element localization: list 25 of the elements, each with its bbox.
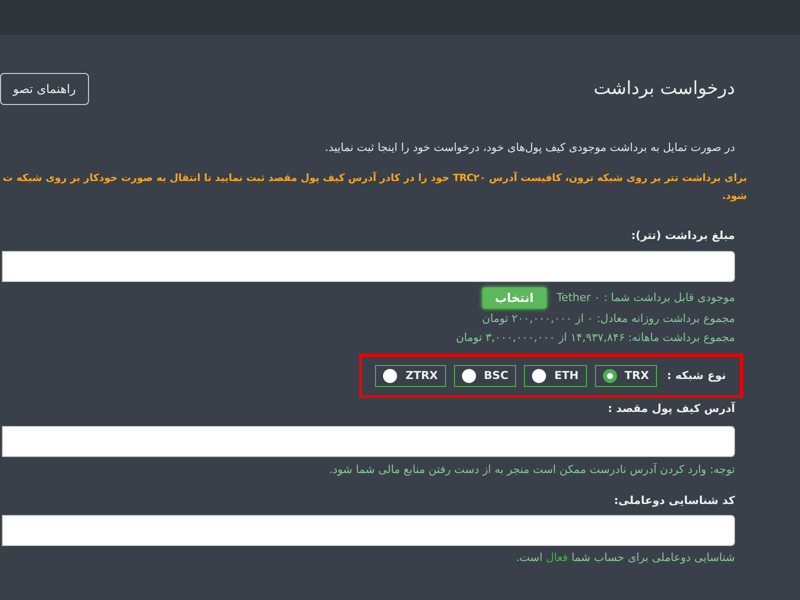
limit-text: مجموع برداشت روزانه معادل: ۰ از ۲۰۰,۰۰۰,۰۰۰ تومان xyxy=(481,310,735,327)
radio-button[interactable] xyxy=(602,368,617,383)
radio-button[interactable] xyxy=(532,368,546,383)
network-option[interactable]: TRX xyxy=(594,364,658,387)
limit-text: مجموع برداشت ماهانه: ۱۴,۹۳۷,۸۴۶ از ۳,۰۰۰,۰۰۰,۰۰۰ تومان xyxy=(454,330,735,346)
page-title: درخواست برداشت xyxy=(594,78,735,100)
two-factor-field[interactable] xyxy=(2,515,735,546)
guide-button[interactable]: راهنمای تصو xyxy=(0,73,89,105)
address-label: آدرس کیف پول مقصد : xyxy=(606,401,735,417)
address-note: توجه: وارد کردن آدرس نادرست ممکن است منجر به از دست رفتن منابع مالی شما شود. xyxy=(328,462,735,478)
amount-label: مبلغ برداشت (تتر): xyxy=(630,228,735,244)
warning-text: برای برداشت تتر بر روی شبکه ترون، کافیست آدرس TRC۲۰ خود را در کادر آدرس کیف پول مقصد ثبت نمایید تا انتقال به صورت خودکار بر روی شبکه ت xyxy=(3,170,747,186)
network-option[interactable]: ETH xyxy=(524,364,587,387)
warning-text: شود. xyxy=(720,190,747,204)
radio-button[interactable] xyxy=(383,368,398,383)
network-option[interactable]: ZTRX xyxy=(375,364,446,387)
network-label: نوع شبکه : xyxy=(667,368,726,384)
two-factor-label: کد شناسایی دوعاملی: xyxy=(612,492,735,509)
address-field[interactable] xyxy=(2,426,735,456)
network-option[interactable]: BSC xyxy=(454,364,516,387)
intro-text: در صورت تمایل به برداشت موجودی کیف پول‌های خود، درخواست خود را اینجا ثبت نمایید. xyxy=(324,140,735,156)
balance-text: موجودی قابل برداشت شما : ۰ Tether xyxy=(556,290,735,306)
two-factor-note: شناسایی دوعاملی برای حساب شما فعال است. xyxy=(514,550,735,566)
radio-button[interactable] xyxy=(462,368,476,383)
amount-field[interactable] xyxy=(2,250,735,282)
